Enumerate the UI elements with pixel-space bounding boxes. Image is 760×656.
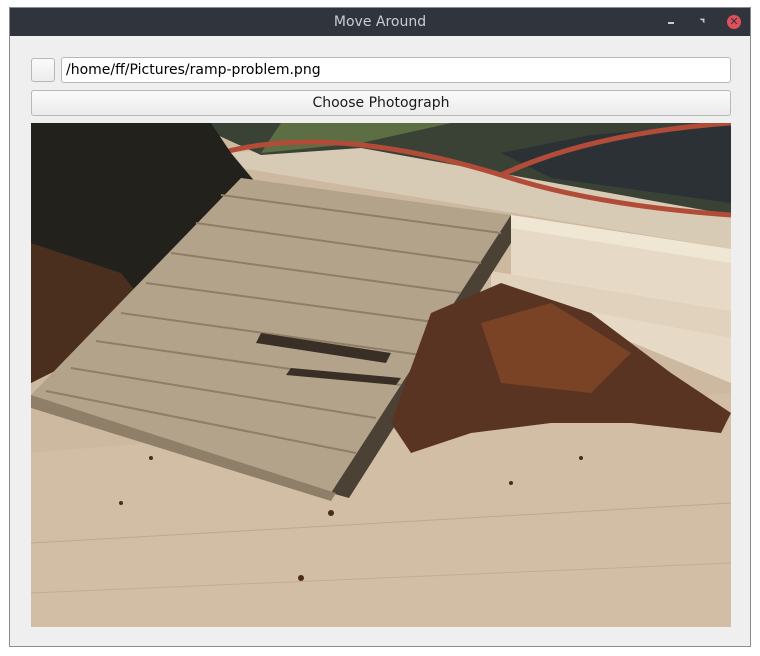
minimize-button[interactable]	[663, 14, 679, 30]
restore-icon	[699, 18, 705, 24]
choose-photograph-button[interactable]: Choose Photograph	[31, 90, 731, 116]
close-icon: ✕	[727, 15, 741, 29]
app-window: Move Around ✕ Choose Photograph	[9, 7, 751, 647]
title-bar[interactable]: Move Around ✕	[10, 8, 750, 36]
close-button[interactable]: ✕	[726, 14, 742, 30]
window-title: Move Around	[333, 14, 427, 30]
file-path-input[interactable]	[61, 57, 731, 83]
minimize-icon	[668, 22, 674, 24]
photograph-image	[31, 123, 731, 627]
option-checkbox[interactable]	[31, 58, 55, 82]
maximize-button[interactable]	[695, 14, 711, 30]
photograph-view	[31, 123, 731, 627]
